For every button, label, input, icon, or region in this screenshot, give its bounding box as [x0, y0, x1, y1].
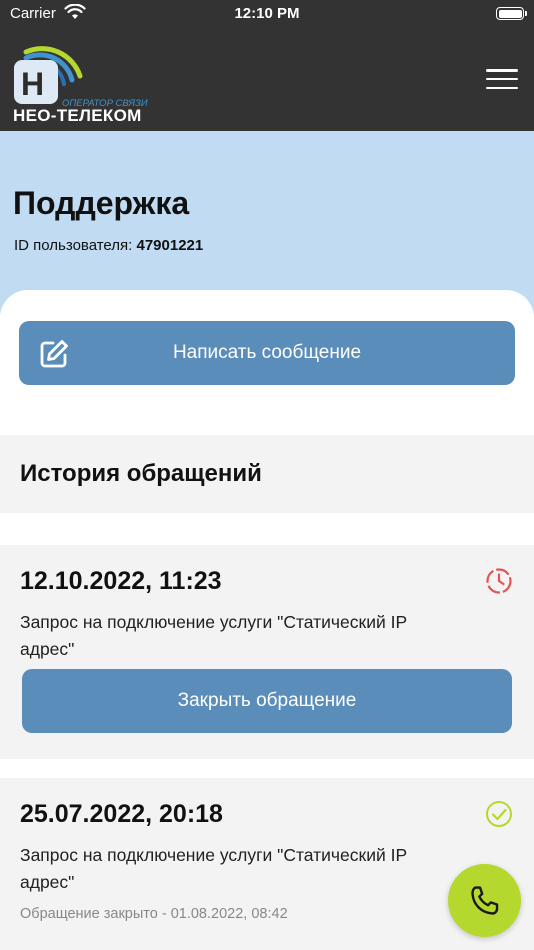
- ticket-date: 12.10.2022, 11:23: [20, 567, 222, 595]
- main-content: Написать сообщение История обращений 12.…: [0, 290, 534, 950]
- logo[interactable]: Н ОПЕРАТОР СВЯЗИ НЕО-ТЕЛЕКОМ: [10, 36, 148, 128]
- user-id-value: 47901221: [136, 237, 204, 254]
- write-message-section: Написать сообщение: [0, 290, 534, 435]
- status-time: 12:10 PM: [234, 5, 300, 22]
- write-message-button[interactable]: Написать сообщение: [19, 321, 515, 385]
- page-title: Поддержка: [13, 185, 190, 221]
- ticket-card: 25.07.2022, 20:18 Запрос на подключение …: [0, 778, 534, 950]
- ticket-description: Запрос на подключение услуги "Статически…: [20, 845, 407, 892]
- history-header: История обращений: [0, 435, 534, 513]
- app-header: Н ОПЕРАТОР СВЯЗИ НЕО-ТЕЛЕКОМ: [0, 28, 534, 131]
- logo-name: НЕО-ТЕЛЕКОМ: [13, 106, 142, 125]
- call-button[interactable]: [448, 864, 521, 937]
- check-circle-icon: [486, 801, 512, 827]
- logo-letter: Н: [21, 66, 45, 102]
- close-ticket-label: Закрыть обращение: [177, 690, 357, 711]
- user-id: ID пользователя: 47901221: [14, 237, 203, 254]
- history-title: История обращений: [20, 460, 262, 487]
- hamburger-icon[interactable]: [486, 66, 518, 92]
- edit-icon: [40, 340, 68, 368]
- write-message-label: Написать сообщение: [172, 342, 362, 363]
- ticket-card: 12.10.2022, 11:23 Запрос на подключение …: [0, 545, 534, 759]
- ticket-closed-note: Обращение закрыто - 01.08.2022, 08:42: [20, 906, 288, 922]
- phone-icon: [470, 885, 498, 915]
- ticket-description: Запрос на подключение услуги "Статически…: [20, 612, 407, 659]
- clock-pending-icon: [486, 568, 512, 594]
- battery-icon: [496, 7, 527, 20]
- close-ticket-button[interactable]: Закрыть обращение: [22, 669, 512, 733]
- ticket-date: 25.07.2022, 20:18: [20, 800, 223, 828]
- user-id-label: ID пользователя:: [14, 237, 133, 254]
- status-bar: Carrier 12:10 PM: [0, 0, 534, 28]
